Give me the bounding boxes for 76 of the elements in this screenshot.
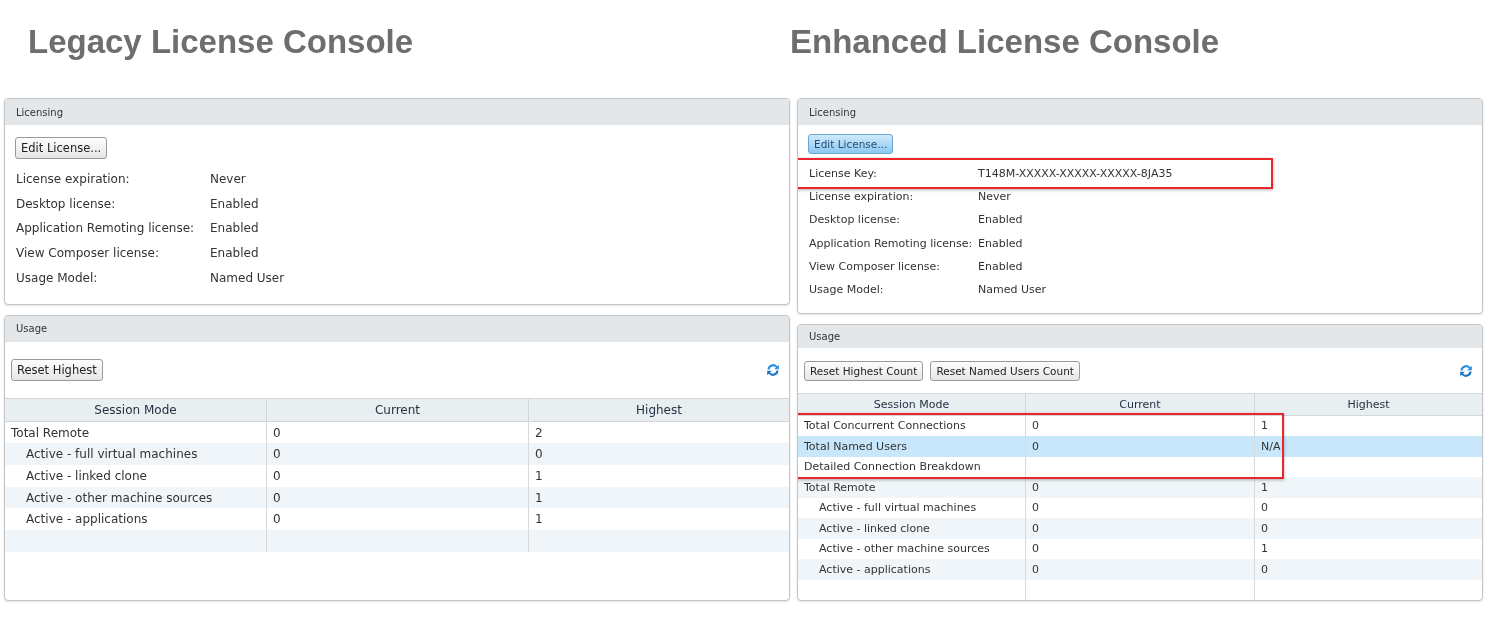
table-cell-text: N/A (1260, 438, 1282, 455)
table-cell-text: 0 (1260, 561, 1269, 578)
field-label: License expiration: (16, 172, 131, 187)
panel-title: Usage (809, 331, 841, 343)
field-value: Enabled (210, 246, 260, 261)
table-cell-text: 2 (534, 424, 544, 442)
field-value: Named User (210, 270, 286, 285)
column-header[interactable]: Highest (529, 398, 789, 421)
console-title: Enhanced License Console (790, 22, 1221, 62)
table-row[interactable]: Active - other machine sources 0 1 (5, 486, 789, 509)
table-cell: Total Remote (798, 477, 1026, 498)
field-value: Never (978, 190, 1012, 204)
panel-title: Licensing (16, 106, 63, 118)
panel-title: Usage (16, 323, 48, 335)
reset-button[interactable]: Reset Highest (11, 358, 103, 381)
table-cell: 0 (1026, 436, 1255, 457)
field-label: Desktop license: (809, 213, 901, 227)
table-cell: Detailed Connection Breakdown (798, 456, 1026, 477)
field-label: License Key: (809, 167, 878, 181)
table-cell: Active - linked clone (5, 465, 267, 487)
table-cell: 0 (1026, 477, 1255, 498)
table-cell: 0 (267, 486, 529, 509)
field-value: Enabled (978, 213, 1024, 227)
table-row[interactable]: Total Remote 0 1 (798, 477, 1482, 498)
field-value: Enabled (978, 236, 1024, 250)
table-row[interactable]: Active - linked clone 0 0 (798, 518, 1482, 539)
field-label: Usage Model: (809, 283, 885, 297)
edit-license-button[interactable]: Edit License... (808, 134, 894, 154)
table-cell: Active - other machine sources (5, 486, 267, 509)
table-cell: 0 (267, 443, 529, 466)
field-value: Never (210, 172, 247, 187)
table-row[interactable]: Total Named Users 0 N/A (798, 436, 1482, 457)
column-header[interactable]: Current (1026, 394, 1255, 415)
table-cell: 0 (1026, 518, 1255, 539)
table-row[interactable]: Active - full virtual machines 0 0 (5, 443, 789, 466)
table-cell: Total Named Users (798, 436, 1026, 457)
field-value: Enabled (210, 221, 260, 236)
refresh-icon[interactable] (765, 361, 781, 378)
table-cell: Active - applications (798, 559, 1026, 580)
table-row[interactable]: Detailed Connection Breakdown (798, 456, 1482, 477)
table-cell-text: 0 (1260, 520, 1269, 537)
table-row[interactable]: Active - applications 0 0 (798, 559, 1482, 580)
field-label: Application Remoting license: (809, 236, 974, 250)
table-cell: 0 (267, 465, 529, 487)
table-cell-text: 1 (534, 489, 544, 507)
table-cell-text: 0 (1260, 500, 1269, 517)
field-value: T148M-XXXXX-XXXXX-XXXXX-8JA35 (978, 167, 1174, 181)
table-cell: Active - full virtual machines (5, 443, 267, 466)
refresh-icon[interactable] (1458, 362, 1474, 379)
table-row[interactable]: Active - linked clone 0 1 (5, 465, 789, 487)
field-value: Named User (978, 283, 1047, 297)
table-cell-text: 1 (1260, 418, 1269, 435)
table-cell: Active - linked clone (798, 518, 1026, 539)
reset-button[interactable]: Reset Highest Count (804, 360, 924, 381)
table-cell: 0 (1026, 559, 1255, 580)
field-label: Application Remoting license: (16, 221, 196, 236)
console-title: Legacy License Console (27, 22, 415, 62)
field-label: View Composer license: (809, 259, 942, 273)
panel-title: Licensing (809, 106, 856, 118)
field-value: Enabled (978, 259, 1024, 273)
field-label: View Composer license: (16, 246, 160, 261)
field-label: License expiration: (809, 190, 915, 204)
field-label: Usage Model: (16, 270, 99, 285)
table-cell-text: 1 (1260, 541, 1269, 558)
column-header[interactable]: Session Mode (5, 398, 267, 421)
table-cell-text: 1 (534, 467, 544, 485)
field-value: Enabled (210, 196, 260, 211)
table-cell-text: 1 (534, 511, 544, 529)
column-header[interactable]: Session Mode (798, 394, 1026, 415)
reset-button[interactable]: Reset Named Users Count (930, 360, 1080, 381)
column-header[interactable]: Highest (1255, 394, 1482, 415)
table-cell-text: 0 (534, 446, 544, 464)
column-header[interactable]: Current (267, 398, 529, 421)
table-cell-text: 1 (1260, 479, 1269, 496)
field-label: Desktop license: (16, 196, 117, 211)
edit-license-button[interactable]: Edit License... (15, 137, 108, 159)
